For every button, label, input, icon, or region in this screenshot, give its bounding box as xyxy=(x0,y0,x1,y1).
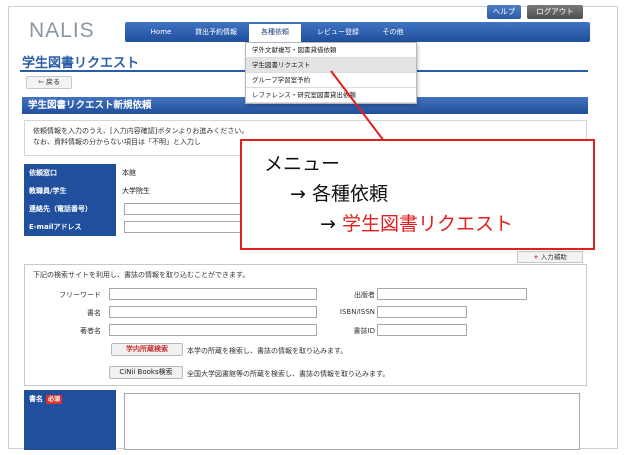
nav-item-home[interactable]: Home xyxy=(139,22,183,42)
publisher-input[interactable] xyxy=(377,288,527,300)
annotation-line-2: → 各種依頼 xyxy=(290,179,388,206)
nav-item-review[interactable]: レビュー登録 xyxy=(307,22,369,42)
title-textarea[interactable] xyxy=(124,393,580,450)
bibliographic-search-panel: 下記の検索サイトを利用し、書誌の情報を取り込むことができます。 フリーワード 出… xyxy=(24,264,587,386)
requests-dropdown-menu: 学外文献複写・図書貸借依頼 学生図書リクエスト グループ学習室予約 レファレンス… xyxy=(245,42,417,104)
bookid-input[interactable] xyxy=(377,324,467,336)
annotation-line-1: メニュー xyxy=(264,153,341,175)
annotation-line-2-text: 各種依頼 xyxy=(311,183,388,205)
title-search-label: 書名 xyxy=(87,309,101,317)
required-badge: 必須 xyxy=(46,395,63,404)
author-label: 著者名 xyxy=(80,327,101,335)
form-label: 依頼窓口 xyxy=(24,164,116,182)
title-search-input[interactable] xyxy=(109,306,317,318)
author-input[interactable] xyxy=(109,324,317,336)
nav-item-other[interactable]: その他 xyxy=(373,22,413,42)
nav-item-requests[interactable]: 各種依頼 xyxy=(249,24,301,42)
local-search-note: 本学の所蔵を検索し、書誌の情報を取り込みます。 xyxy=(187,347,348,355)
title-field-text: 書名 xyxy=(29,395,43,403)
page-title: 学生図書リクエスト xyxy=(22,56,140,71)
local-holdings-search-button[interactable]: 学内所蔵検索 xyxy=(111,343,183,356)
form-row-title: 書名 必須 xyxy=(24,390,587,450)
isbn-input[interactable] xyxy=(377,306,467,318)
back-arrow-icon: ⇐ xyxy=(37,78,44,86)
form-label: 教職員/学生 xyxy=(24,182,116,200)
logout-button[interactable]: ログアウト xyxy=(527,5,583,19)
input-assist-button[interactable]: + 入力補助 xyxy=(517,251,583,263)
annotation-line-3-text: 学生図書リクエスト xyxy=(341,213,513,235)
menu-item-ill-request[interactable]: 学外文献複写・図書貸借依頼 xyxy=(246,43,416,58)
cinii-search-button[interactable]: CiNii Books検索 xyxy=(109,366,183,379)
title-field-label: 書名 必須 xyxy=(24,390,116,450)
annotation-arrow: → xyxy=(290,183,306,205)
form-value: 大学院生 xyxy=(122,187,150,195)
help-button[interactable]: ヘルプ xyxy=(487,5,521,19)
main-nav: Home 貸出予約情報 各種依頼 レビュー登録 その他 xyxy=(125,22,590,42)
instructions-line-1: 依頼情報を入力のうえ、[入力内容確認]ボタンよりお進みください。 xyxy=(33,127,249,135)
cinii-search-note: 全国大学図書館等の所蔵を検索し、書誌の情報を取り込みます。 xyxy=(187,370,390,378)
menu-item-group-room-reservation[interactable]: グループ学習室予約 xyxy=(246,73,416,88)
bookid-label: 書誌ID xyxy=(353,327,375,335)
form-value: 本館 xyxy=(122,169,136,177)
freeword-input[interactable] xyxy=(109,288,317,300)
plus-icon: + xyxy=(533,253,539,261)
back-button[interactable]: ⇐ 戻る xyxy=(26,76,72,89)
search-description: 下記の検索サイトを利用し、書誌の情報を取り込むことができます。 xyxy=(33,271,250,279)
isbn-label: ISBN/ISSN xyxy=(339,308,375,316)
app-logo: NALIS xyxy=(29,19,95,42)
annotation-callout: メニュー → 各種依頼 → 学生図書リクエスト xyxy=(240,139,595,250)
form-label: 連絡先（電話番号） xyxy=(24,200,116,218)
phone-input[interactable] xyxy=(124,203,254,215)
menu-item-reference-request[interactable]: レファレンス・研究室図書貸出依頼 xyxy=(246,88,416,103)
email-input[interactable] xyxy=(124,221,254,233)
freeword-label: フリーワード xyxy=(59,291,101,299)
input-assist-label: 入力補助 xyxy=(540,253,567,261)
annotation-arrow: → xyxy=(320,213,336,235)
annotation-line-3: → 学生図書リクエスト xyxy=(320,209,513,236)
menu-item-student-book-request[interactable]: 学生図書リクエスト xyxy=(246,58,416,73)
back-button-label: 戻る xyxy=(46,78,61,86)
nav-item-loan-reservation[interactable]: 貸出予約情報 xyxy=(187,22,245,42)
form-label: E-mailアドレス xyxy=(24,218,116,236)
publisher-label: 出版者 xyxy=(354,291,375,299)
